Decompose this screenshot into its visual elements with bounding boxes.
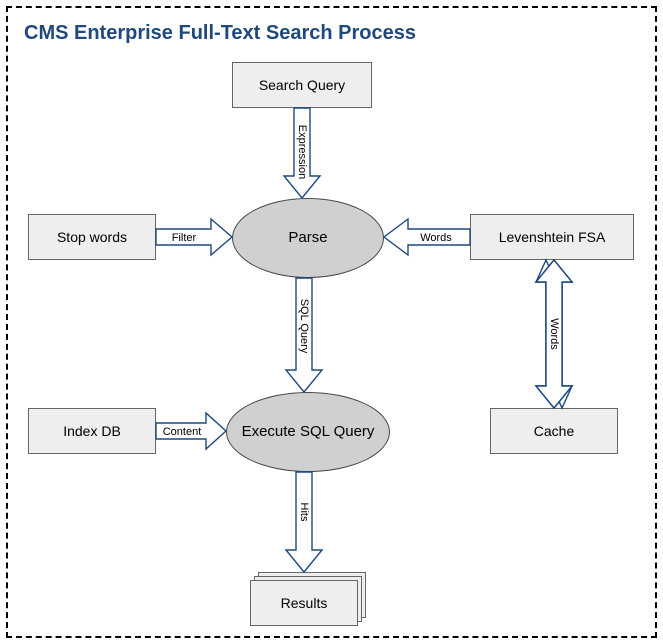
stack-sheet-front: Results [250, 580, 358, 626]
node-stop-words: Stop words [28, 214, 156, 260]
diagram-canvas: CMS Enterprise Full-Text Search Process … [0, 0, 663, 644]
node-index-db: Index DB [28, 408, 156, 454]
node-levenshtein: Levenshtein FSA [470, 214, 634, 260]
diagram-title: CMS Enterprise Full-Text Search Process [24, 22, 416, 45]
node-results-stack: Results [250, 572, 368, 628]
node-exec-sql: Execute SQL Query [226, 392, 390, 472]
node-search-query: Search Query [232, 62, 372, 108]
node-parse: Parse [232, 198, 384, 278]
node-cache: Cache [490, 408, 618, 454]
